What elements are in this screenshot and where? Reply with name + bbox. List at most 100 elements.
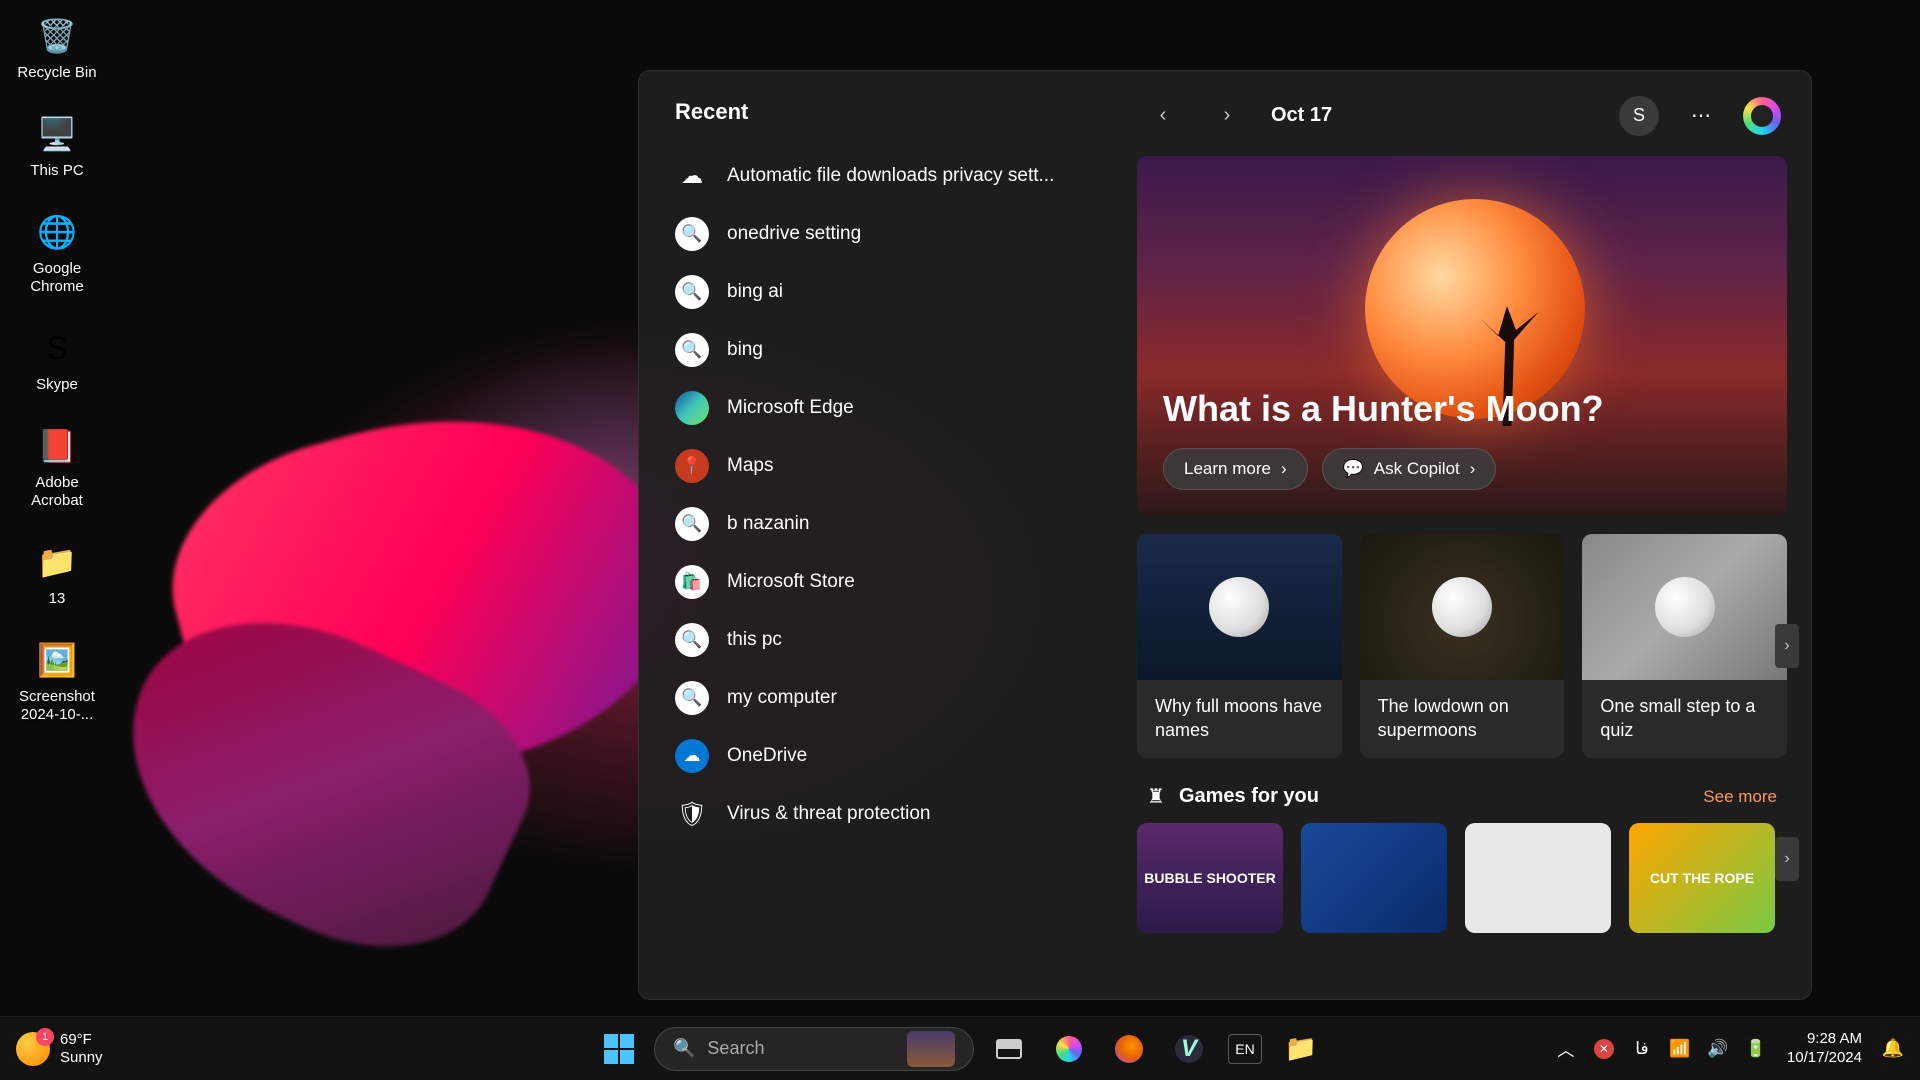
recent-item[interactable]: 🔍 this pc <box>657 611 1111 669</box>
card-caption: One small step to a quiz <box>1582 680 1787 758</box>
recent-heading: Recent <box>675 99 748 125</box>
app-icon: 📕 <box>33 422 81 470</box>
recent-item[interactable]: Microsoft Edge <box>657 379 1111 437</box>
hero-card[interactable]: What is a Hunter's Moon? Learn more › 💬 … <box>1137 156 1787 516</box>
icon-label: Google Chrome <box>16 260 98 296</box>
search-flyout: Recent ☁ Automatic file downloads privacy… <box>638 70 1812 1000</box>
info-card[interactable]: The lowdown on supermoons <box>1360 534 1565 758</box>
language-en-button[interactable]: EN <box>1228 1034 1262 1064</box>
desktop-icon[interactable]: 📕 Adobe Acrobat <box>12 418 102 514</box>
language-fa-button[interactable]: فا <box>1625 1028 1659 1070</box>
icon-label: Recycle Bin <box>17 64 96 82</box>
battery-icon[interactable]: 🔋 <box>1739 1028 1773 1070</box>
prev-day-button[interactable]: ‹ <box>1143 96 1183 136</box>
learn-more-button[interactable]: Learn more › <box>1163 448 1308 490</box>
desktop-icon[interactable]: 🌐 Google Chrome <box>12 204 102 300</box>
tray-chevron-button[interactable]: ︿ <box>1549 1028 1583 1070</box>
notifications-button[interactable]: 🔔 <box>1876 1028 1910 1070</box>
card-caption: The lowdown on supermoons <box>1360 680 1565 758</box>
weather-alert-badge: 1 <box>36 1028 54 1046</box>
recent-item[interactable]: 🔍 bing ai <box>657 263 1111 321</box>
recent-item[interactable]: ☁ Automatic file downloads privacy sett..… <box>657 147 1111 205</box>
chess-icon: ♜ <box>1147 784 1165 809</box>
taskbar-clock[interactable]: 9:28 AM 10/17/2024 <box>1777 1030 1872 1068</box>
scroll-right-button[interactable]: › <box>1775 624 1799 668</box>
card-caption: Why full moons have names <box>1137 680 1342 758</box>
volume-icon[interactable]: 🔊 <box>1701 1028 1735 1070</box>
weather-widget[interactable]: 1 69°F Sunny <box>0 1031 119 1067</box>
sun-icon: 1 <box>16 1032 50 1066</box>
desktop-icon[interactable]: 🖼️Screenshot 2024-10-... <box>12 632 102 728</box>
app-icon: 🌐 <box>33 208 81 256</box>
copilot-icon[interactable] <box>1743 97 1781 135</box>
icon-label: Adobe Acrobat <box>16 474 98 510</box>
taskbar: 1 69°F Sunny 🔍 Search V EN 📁 ︿ ✕ فا 📶 🔊 … <box>0 1016 1920 1080</box>
see-more-link[interactable]: See more <box>1703 787 1777 807</box>
shield-icon: 🛡 <box>675 797 709 831</box>
recent-item-label: Automatic file downloads privacy sett... <box>727 165 1054 187</box>
scroll-right-button[interactable]: › <box>1775 837 1799 881</box>
chevron-right-icon: › <box>1470 459 1476 479</box>
info-card[interactable]: Why full moons have names <box>1137 534 1342 758</box>
start-button[interactable] <box>594 1024 644 1074</box>
recent-item[interactable]: 🔍bing <box>657 321 1111 379</box>
app-icon: S <box>33 324 81 372</box>
icon-label: Skype <box>36 376 78 394</box>
flyout-more-button[interactable]: ⋯ <box>1683 95 1719 136</box>
desktop-icon[interactable]: 📁13 <box>12 534 102 612</box>
recent-item[interactable]: 🔍 my computer <box>657 669 1111 727</box>
desktop-icon[interactable]: S Skype <box>12 320 102 398</box>
tray-security-icon[interactable]: ✕ <box>1587 1028 1621 1070</box>
recent-item[interactable]: 🔍b nazanin <box>657 495 1111 553</box>
file-explorer-button[interactable]: 📁 <box>1276 1024 1326 1074</box>
game-tile[interactable]: BUBBLE SHOOTER <box>1137 823 1283 933</box>
cloud-icon: ☁ <box>675 159 709 193</box>
recent-item-label: my computer <box>727 687 837 709</box>
game-tile[interactable] <box>1465 823 1611 933</box>
windows-logo-icon <box>604 1034 634 1064</box>
games-heading: Games for you <box>1179 785 1319 808</box>
card-thumbnail <box>1360 534 1565 680</box>
task-view-button[interactable] <box>984 1024 1034 1074</box>
flyout-date: Oct 17 <box>1271 104 1332 127</box>
search-icon: 🔍 <box>675 275 709 309</box>
search-placeholder: Search <box>707 1038 895 1059</box>
info-card[interactable]: One small step to a quiz <box>1582 534 1787 758</box>
firefox-button[interactable] <box>1104 1024 1154 1074</box>
onedrive-icon: ☁ <box>675 739 709 773</box>
search-icon: 🔍 <box>675 681 709 715</box>
recent-item[interactable]: 📍Maps <box>657 437 1111 495</box>
store-icon: 🛍️ <box>675 565 709 599</box>
chat-icon: 💬 <box>1343 459 1364 479</box>
recent-item-label: this pc <box>727 629 782 651</box>
recent-item-label: bing ai <box>727 281 783 303</box>
ask-copilot-button[interactable]: 💬 Ask Copilot › <box>1322 448 1497 490</box>
recent-item-label: Maps <box>727 455 773 477</box>
desktop-icon[interactable]: 🖥️This PC <box>12 106 102 184</box>
next-day-button[interactable]: › <box>1207 96 1247 136</box>
game-tile[interactable] <box>1301 823 1447 933</box>
recent-item[interactable]: 🔍onedrive setting <box>657 205 1111 263</box>
icon-label: This PC <box>30 162 83 180</box>
desktop-icon[interactable]: 🗑️Recycle Bin <box>12 8 102 86</box>
edge-icon <box>675 391 709 425</box>
recent-item[interactable]: ☁ OneDrive <box>657 727 1111 785</box>
game-tile[interactable]: CUT THE ROPE <box>1629 823 1775 933</box>
copilot-taskbar-button[interactable] <box>1044 1024 1094 1074</box>
clock-date: 10/17/2024 <box>1787 1049 1862 1068</box>
search-doodle-icon <box>907 1031 955 1067</box>
app-v-button[interactable]: V <box>1164 1024 1214 1074</box>
wifi-icon[interactable]: 📶 <box>1663 1028 1697 1070</box>
taskbar-search-input[interactable]: 🔍 Search <box>654 1027 974 1071</box>
app-icon: 📁 <box>33 538 81 586</box>
account-avatar[interactable]: S <box>1619 96 1659 136</box>
recent-item-label: OneDrive <box>727 745 807 767</box>
recent-item[interactable]: 🛡 Virus & threat protection <box>657 785 1111 843</box>
recent-item[interactable]: 🛍️Microsoft Store <box>657 553 1111 611</box>
recent-item-label: Microsoft Edge <box>727 397 854 419</box>
weather-condition: Sunny <box>60 1049 103 1067</box>
search-icon: 🔍 <box>675 623 709 657</box>
learn-more-label: Learn more <box>1184 459 1271 479</box>
recent-item-label: Virus & threat protection <box>727 803 930 825</box>
search-icon: 🔍 <box>675 217 709 251</box>
